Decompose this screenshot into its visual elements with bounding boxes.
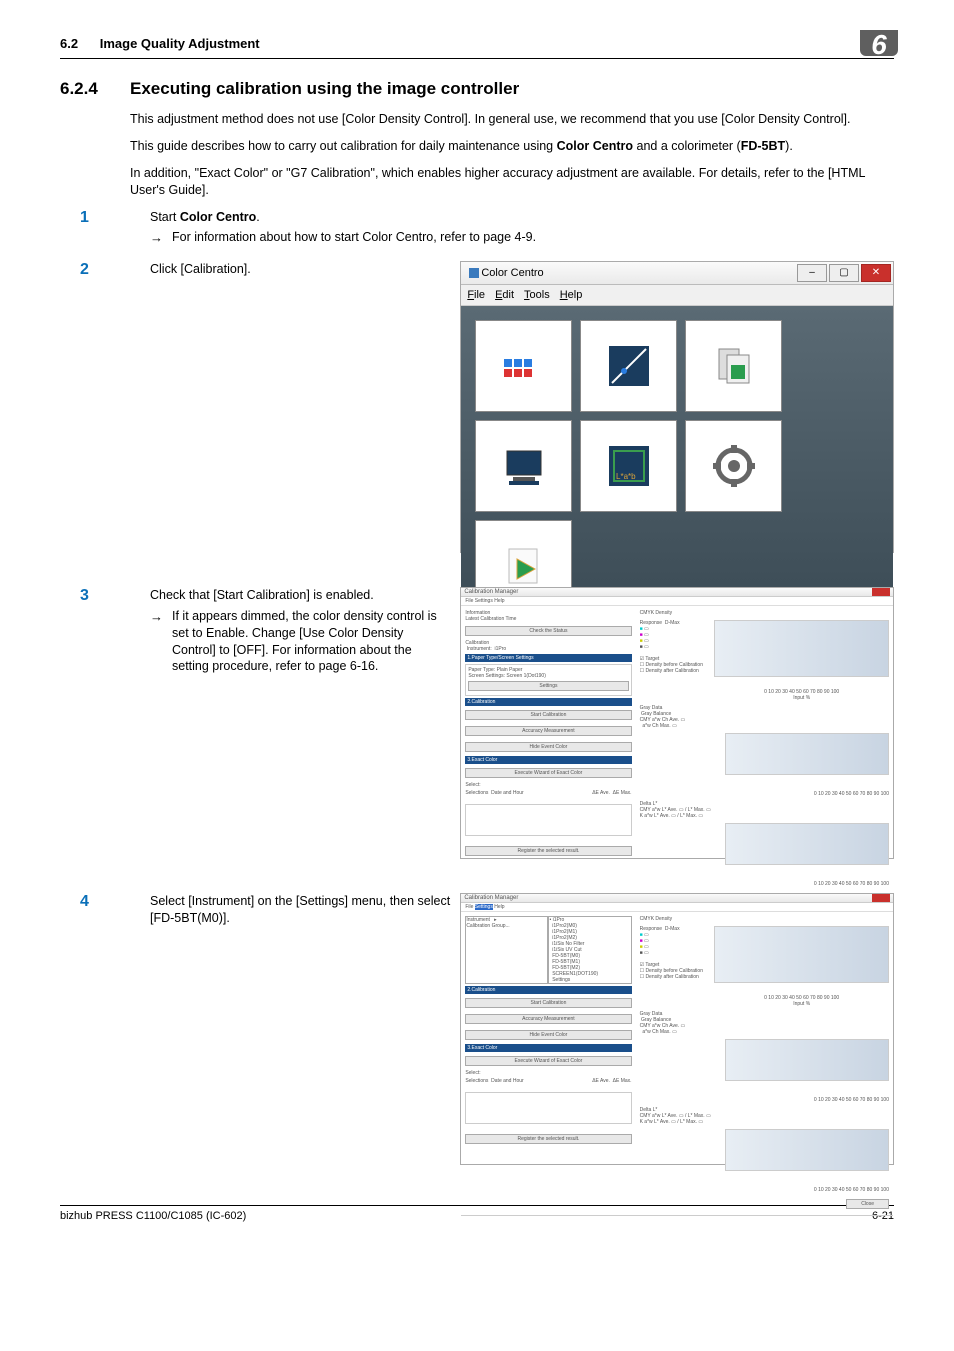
calibration-icon [499,341,549,391]
close-icon[interactable] [872,894,890,902]
section-heading: 6.2.4 Executing calibration using the im… [60,79,894,99]
tile-profile[interactable]: L*a*b [580,420,677,512]
calibration-bar-2: 2.Calibration [465,986,631,994]
spot-color-icon [709,341,759,391]
exact-color-button-2[interactable]: Execute Wizard of Exact Color [465,1056,631,1066]
chapter-badge: 6 [860,30,898,56]
minimize-button[interactable]: – [797,264,827,282]
density-chart [714,620,889,677]
section-number: 6.2.4 [60,79,130,99]
app-icon [467,266,481,280]
close-button[interactable]: ✕ [861,264,891,282]
deltal-chart [725,823,889,865]
step-4-number: 4 [60,893,150,927]
page-header: 6.2 Image Quality Adjustment 6 [60,30,894,59]
tile-calibration[interactable] [475,320,572,412]
play-icon [499,541,549,591]
menu-edit[interactable]: Edit [495,289,514,301]
step-2: 2 Click [Calibration]. Color Centro – ▢ … [60,261,894,553]
check-status-button[interactable]: Check the Status [465,626,631,636]
gray-chart-2 [725,1039,889,1081]
step-3-text: Check that [Start Calibration] is enable… [150,587,450,604]
tile-tone-curve[interactable] [580,320,677,412]
cal-manager-screenshot-2: Calibration Manager File Settings Help I… [460,893,894,1165]
step-2-text: Click [Calibration]. [150,261,450,279]
maximize-button[interactable]: ▢ [829,264,859,282]
gear-icon [709,441,759,491]
accuracy-button[interactable]: Accuracy Measurement [465,726,631,736]
step-1-number: 1 [60,209,150,247]
step-2-number: 2 [60,261,150,279]
step-3-number: 3 [60,587,150,675]
tone-curve-icon [604,341,654,391]
calibration-bar: 2.Calibration [465,698,631,706]
settings-button[interactable]: Settings [468,681,628,691]
accuracy-button-2[interactable]: Accuracy Measurement [465,1014,631,1024]
menu-tools[interactable]: Tools [524,289,550,301]
header-section-title: Image Quality Adjustment [100,36,260,51]
step-1: 1 Start Color Centro. → For information … [60,209,894,247]
hide-event-button[interactable]: Hide Event Color [465,742,631,752]
arrow-icon: → [150,229,172,247]
step-4: 4 Select [Instrument] on the [Settings] … [60,893,894,1165]
step-4-text: Select [Instrument] on the [Settings] me… [150,893,450,927]
density-chart-2 [714,926,889,983]
svg-text:L*a*b: L*a*b [616,472,636,481]
step-3-bullet: If it appears dimmed, the color density … [172,608,450,676]
footer-left: bizhub PRESS C1100/C1085 (IC-602) [60,1210,246,1222]
cal-mgr-title-2: Calibration Manager [464,895,518,901]
step-3: 3 Check that [Start Calibration] is enab… [60,587,894,859]
intro-para-3: In addition, "Exact Color" or "G7 Calibr… [130,165,894,199]
start-calibration-button[interactable]: Start Calibration [465,710,631,720]
register-button[interactable]: Register the selected result. [465,846,631,856]
header-section-num: 6.2 [60,36,78,51]
hide-event-button-2[interactable]: Hide Event Color [465,1030,631,1040]
close-icon[interactable] [872,588,890,596]
gray-chart [725,733,889,775]
tile-management[interactable] [685,420,782,512]
exact-color-bar: 3.Exact Color [465,756,631,764]
register-button-2[interactable]: Register the selected result. [465,1134,631,1144]
monitor-icon [499,441,549,491]
start-calibration-button-2[interactable]: Start Calibration [465,998,631,1008]
section-title: Executing calibration using the image co… [130,79,519,99]
color-centro-screenshot: Color Centro – ▢ ✕ File Edit Tools Help [460,261,894,553]
close-button-dialog-2[interactable]: Close [846,1199,889,1209]
paper-type-bar: 1.Paper Type/Screen Settings [465,654,631,662]
arrow-icon: → [150,608,172,676]
exact-color-button[interactable]: Execute Wizard of Exact Color [465,768,631,778]
tile-spot-color[interactable] [685,320,782,412]
deltal-chart-2 [725,1129,889,1171]
menu-help[interactable]: Help [560,289,583,301]
step-1-bullet: For information about how to start Color… [172,229,894,247]
cc-title: Color Centro [481,267,797,279]
cal-mgr-title: Calibration Manager [464,589,518,595]
profile-icon: L*a*b [604,441,654,491]
intro-para-2: This guide describes how to carry out ca… [130,138,894,155]
exact-color-bar-2: 3.Exact Color [465,1044,631,1052]
menu-file[interactable]: File [467,289,485,301]
step-1-text: Start Color Centro. [150,209,894,226]
tile-color-default[interactable] [475,420,572,512]
cal-manager-screenshot-1: Calibration Manager File Settings Help I… [460,587,894,859]
intro-para-1: This adjustment method does not use [Col… [130,111,894,128]
